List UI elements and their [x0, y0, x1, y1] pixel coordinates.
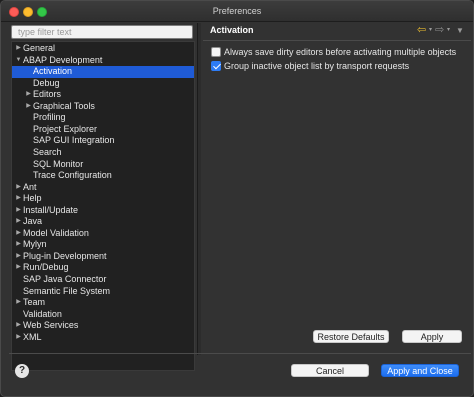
page-header: Activation ⇦ ▾ ⇨ ▾ ▼ [203, 19, 471, 41]
preference-page: Activation ⇦ ▾ ⇨ ▾ ▼ Always save dirty e… [203, 19, 471, 353]
tree-item-label: Profiling [33, 112, 66, 123]
tree-item[interactable]: ▶ Model Validation [12, 228, 194, 240]
expand-right-arrow-icon[interactable]: ▶ [25, 89, 32, 101]
expand-right-arrow-icon[interactable]: ▶ [15, 297, 22, 309]
group-by-transport-checkbox[interactable] [211, 61, 221, 71]
tree-item-label: Plug-in Development [23, 250, 107, 261]
expand-right-arrow-icon[interactable]: ▶ [15, 332, 22, 344]
tree-item[interactable]: SQL Monitor [12, 159, 194, 171]
tree-item[interactable]: ▶ XML [12, 332, 194, 344]
help-icon[interactable]: ? [15, 364, 29, 378]
tree-item-label: Debug [33, 77, 60, 88]
forward-history-chevron-down-icon[interactable]: ▾ [447, 26, 455, 33]
preference-navigation: ▶General▼ABAP DevelopmentActivationDebug… [9, 23, 195, 371]
tree-item[interactable]: ▶ Team [12, 297, 194, 309]
tree-item[interactable]: ▶ Mylyn [12, 239, 194, 251]
tree-item[interactable]: ▶ Web Services [12, 320, 194, 332]
forward-arrow-icon[interactable]: ⇨ [435, 23, 444, 36]
tree-item-label: Semantic File System [23, 285, 111, 296]
tree-item-label: Team [23, 297, 46, 308]
view-menu-icon[interactable]: ▼ [456, 26, 464, 35]
tree-item-label: Ant [23, 181, 37, 192]
tree-item[interactable]: ▼ ABAP Development [12, 55, 194, 67]
tree-item[interactable]: ▶ Ant [12, 182, 194, 194]
expand-right-arrow-icon[interactable]: ▶ [15, 216, 22, 228]
tree-item[interactable]: SAP Java Connector [12, 274, 194, 286]
tree-item[interactable]: ▶ Editors [12, 89, 194, 101]
expand-right-arrow-icon[interactable]: ▶ [15, 205, 22, 217]
apply-and-close-button[interactable]: Apply and Close [381, 364, 459, 377]
expand-right-arrow-icon[interactable]: ▶ [15, 251, 22, 263]
group-by-transport-label: Group inactive object list by transport … [224, 61, 410, 71]
tree-item[interactable]: Debug [12, 78, 194, 90]
tree-item-label: Java [23, 216, 43, 227]
expand-right-arrow-icon[interactable]: ▶ [15, 182, 22, 194]
tree-item[interactable]: ▶ Graphical Tools [12, 101, 194, 113]
tree-item-label: ABAP Development [23, 54, 103, 65]
expand-right-arrow-icon[interactable]: ▶ [15, 262, 22, 274]
tree-item-label: Project Explorer [33, 123, 98, 134]
tree-item[interactable]: ▶ Run/Debug [12, 262, 194, 274]
tree-item-label: Help [23, 193, 42, 204]
tree-item[interactable]: ▶ Help [12, 193, 194, 205]
tree-item-label: XML [23, 331, 42, 342]
save-dirty-editors-checkbox[interactable] [211, 47, 221, 57]
footer-divider [9, 353, 471, 354]
save-dirty-editors-label: Always save dirty editors before activat… [224, 47, 457, 57]
expand-right-arrow-icon[interactable]: ▶ [25, 101, 32, 113]
tree-item-label: General [23, 43, 56, 53]
filter-input[interactable] [11, 25, 193, 39]
page-title: Activation [210, 25, 254, 35]
apply-button[interactable]: Apply [402, 330, 462, 343]
tree-item-label: Activation [33, 66, 73, 77]
expand-right-arrow-icon[interactable]: ▶ [15, 193, 22, 205]
tree-item-label: Run/Debug [23, 262, 69, 273]
tree-item-label: SAP Java Connector [23, 274, 107, 284]
tree-item[interactable]: ▶ Plug-in Development [12, 251, 194, 263]
tree-item-label: SAP GUI Integration [33, 135, 115, 146]
tree-item-label: Trace Configuration [33, 170, 112, 181]
tree-item[interactable]: Validation [12, 309, 194, 321]
pane-splitter[interactable] [197, 23, 201, 355]
tree-item[interactable]: Activation [12, 66, 194, 78]
window-title: Preferences [212, 6, 262, 16]
tree-item[interactable]: Project Explorer [12, 124, 194, 136]
back-arrow-icon[interactable]: ⇦ [417, 23, 426, 36]
tree-item[interactable]: Semantic File System [12, 286, 194, 298]
tree-item[interactable]: SAP GUI Integration [12, 135, 194, 147]
tree-item-label: Web Services [23, 320, 79, 331]
tree-item-label: Validation [23, 308, 62, 319]
tree-item-label: Mylyn [23, 239, 47, 250]
tree-item[interactable]: Trace Configuration [12, 170, 194, 182]
expand-right-arrow-icon[interactable]: ▶ [15, 228, 22, 240]
tree-item-label: Editors [33, 89, 62, 100]
expand-right-arrow-icon[interactable]: ▶ [15, 239, 22, 251]
tree-item-label: Model Validation [23, 227, 89, 238]
tree-item[interactable]: ▶ Install/Update [12, 205, 194, 217]
tree-item-label: Graphical Tools [33, 100, 95, 111]
tree-item[interactable]: Profiling [12, 112, 194, 124]
tree-item-label: Search [33, 146, 62, 157]
cancel-button[interactable]: Cancel [291, 364, 369, 377]
restore-defaults-button[interactable]: Restore Defaults [313, 330, 389, 343]
preference-tree[interactable]: ▶ General ▼ ABAP Development Activation Debug… [11, 41, 195, 371]
expand-down-arrow-icon[interactable]: ▼ [15, 55, 22, 67]
tree-item[interactable]: ▶ Java [12, 216, 194, 228]
tree-item-label: SQL Monitor [33, 158, 84, 169]
tree-item[interactable]: ▶ General [12, 43, 194, 55]
expand-right-arrow-icon[interactable]: ▶ [15, 43, 22, 55]
preferences-window: Preferences ▶General▼ABAP DevelopmentAct… [0, 0, 474, 397]
expand-right-arrow-icon[interactable]: ▶ [15, 320, 22, 332]
tree-item[interactable]: Search [12, 147, 194, 159]
tree-item-label: Install/Update [23, 204, 79, 215]
